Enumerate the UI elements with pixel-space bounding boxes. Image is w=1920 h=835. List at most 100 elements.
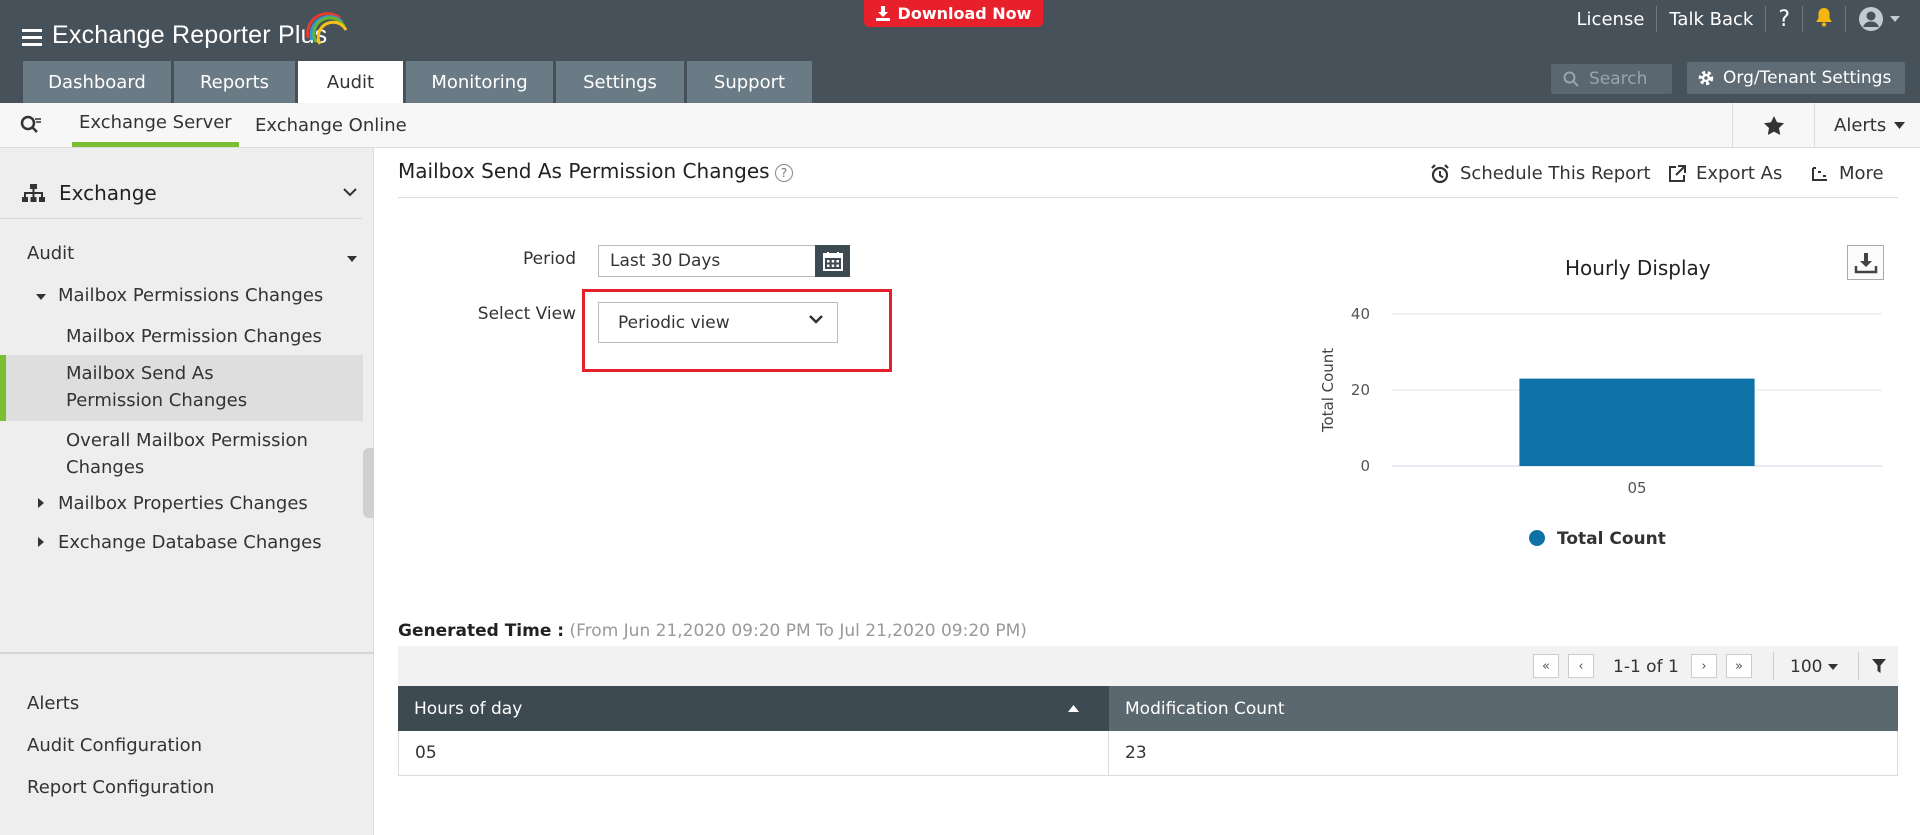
table-row: 05 23: [398, 731, 1898, 776]
brand-logo-text[interactable]: Exchange Reporter Plus: [52, 21, 327, 50]
top-header: Exchange Reporter Plus Download Now Lice…: [0, 0, 1920, 103]
divider: [0, 218, 362, 219]
divider: [398, 197, 1898, 198]
next-page-icon[interactable]: ›: [1691, 654, 1717, 678]
sidebar-section-exchange[interactable]: Exchange: [22, 181, 157, 205]
first-page-icon[interactable]: «: [1533, 654, 1559, 678]
help-link[interactable]: ?: [1766, 7, 1802, 32]
caret-down-icon: [1828, 664, 1839, 670]
divider: [1858, 652, 1859, 680]
pagination-bar: « ‹ 1-1 of 1 › » 100: [398, 646, 1898, 686]
tab-exchange-server[interactable]: Exchange Server: [72, 103, 239, 147]
sidebar: Exchange Audit Mailbox Permissions Chang…: [0, 148, 374, 835]
more-button[interactable]: More: [1811, 163, 1884, 184]
export-as-button[interactable]: Export As: [1668, 163, 1782, 184]
download-icon: [875, 6, 890, 21]
sidebar-collapse-handle[interactable]: [363, 448, 374, 518]
hourly-bar-chart: 0 20 40 Total Count 05 Total Count: [1319, 305, 1882, 549]
period-value: Last 30 Days: [610, 251, 721, 271]
talk-back-link[interactable]: Talk Back: [1657, 9, 1765, 30]
sidebar-item-mailbox-send-as-permission-changes[interactable]: Mailbox Send As Permission Changes: [6, 355, 363, 421]
tab-audit[interactable]: Audit: [298, 61, 403, 103]
license-link[interactable]: License: [1565, 9, 1657, 30]
org-tenant-settings-label: Org/Tenant Settings: [1723, 68, 1892, 88]
tab-exchange-online[interactable]: Exchange Online: [255, 103, 407, 147]
sidebar-item-overall-mailbox-permission-changes[interactable]: Overall Mailbox Permission Changes: [66, 427, 316, 481]
tab-settings[interactable]: Settings: [556, 61, 684, 103]
alarm-clock-icon: [1431, 163, 1449, 183]
alerts-dropdown[interactable]: Alerts: [1834, 103, 1906, 147]
gear-icon: [1698, 70, 1714, 86]
sub-nav: Exchange Server Exchange Online Alerts: [0, 103, 1920, 148]
caret-down-icon[interactable]: [36, 294, 46, 300]
sort-ascending-icon[interactable]: [1068, 705, 1079, 712]
help-icon[interactable]: ?: [775, 164, 793, 182]
search-icon[interactable]: [20, 115, 42, 135]
download-now-label: Download Now: [897, 4, 1032, 23]
column-label: Modification Count: [1125, 698, 1285, 719]
page-info: 1-1 of 1: [1613, 657, 1679, 677]
table-header: Hours of day Modification Count: [398, 686, 1898, 731]
sidebar-section-label: Exchange: [59, 181, 157, 205]
search-placeholder: Search: [1589, 69, 1648, 89]
bar: [1519, 378, 1755, 466]
page-title: Mailbox Send As Permission Changes: [398, 159, 770, 183]
schedule-report-button[interactable]: Schedule This Report: [1430, 163, 1651, 184]
search-icon: [1563, 71, 1579, 87]
alerts-label: Alerts: [1834, 114, 1887, 136]
caret-right-icon[interactable]: [38, 537, 44, 547]
tab-support[interactable]: Support: [687, 61, 812, 103]
schedule-report-label: Schedule This Report: [1460, 163, 1651, 184]
sidebar-group-exchange-database-changes[interactable]: Exchange Database Changes: [58, 529, 322, 556]
export-as-label: Export As: [1696, 163, 1783, 184]
select-view-label: Select View: [477, 304, 576, 324]
caret-down-icon: [1894, 121, 1906, 129]
last-page-icon[interactable]: »: [1726, 654, 1752, 678]
favorites-star-icon[interactable]: [1732, 103, 1815, 147]
sidebar-link-audit-configuration[interactable]: Audit Configuration: [27, 732, 202, 759]
download-now-button[interactable]: Download Now: [864, 0, 1043, 27]
page-size-dropdown[interactable]: 100: [1790, 657, 1839, 677]
sidebar-group-mailbox-properties-changes[interactable]: Mailbox Properties Changes: [58, 490, 308, 517]
chevron-down-icon[interactable]: [343, 188, 357, 197]
select-view-value: Periodic view: [618, 312, 730, 333]
divider: [1773, 652, 1774, 680]
more-label: More: [1839, 163, 1884, 184]
period-input[interactable]: Last 30 Days: [598, 245, 816, 277]
filter-icon[interactable]: [1872, 659, 1886, 673]
caret-right-icon[interactable]: [38, 498, 44, 508]
sidebar-subgroup-mailbox-permissions-changes[interactable]: Mailbox Permissions Changes: [58, 282, 323, 309]
sidebar-item-mailbox-permission-changes[interactable]: Mailbox Permission Changes: [66, 323, 322, 350]
generated-time-range: (From Jun 21,2020 09:20 PM To Jul 21,202…: [569, 621, 1027, 641]
notification-bell-icon[interactable]: [1803, 7, 1845, 32]
tab-reports[interactable]: Reports: [174, 61, 295, 103]
global-search-input[interactable]: Search: [1551, 64, 1672, 94]
active-indicator: [0, 355, 6, 421]
y-tick-label: 20: [1351, 381, 1370, 399]
select-view-dropdown[interactable]: Periodic view: [598, 302, 838, 343]
tab-dashboard[interactable]: Dashboard: [23, 61, 171, 103]
export-icon: [1669, 164, 1686, 182]
brand-logo-arc-icon: [306, 12, 348, 45]
sidebar-group-audit[interactable]: Audit: [27, 240, 74, 267]
caret-down-icon[interactable]: [347, 256, 357, 262]
user-avatar-icon[interactable]: [1846, 6, 1920, 32]
chart-download-icon[interactable]: [1847, 245, 1884, 280]
column-header-modification-count[interactable]: Modification Count: [1109, 686, 1898, 731]
org-tree-icon: [22, 183, 45, 202]
chart-title: Hourly Display: [1565, 256, 1711, 280]
calendar-icon[interactable]: [815, 245, 850, 277]
column-header-hours-of-day[interactable]: Hours of day: [398, 686, 1109, 731]
table-cell: 23: [1125, 743, 1147, 763]
prev-page-icon[interactable]: ‹: [1568, 654, 1594, 678]
sidebar-link-alerts[interactable]: Alerts: [27, 690, 79, 717]
tab-monitoring[interactable]: Monitoring: [406, 61, 553, 103]
y-tick-label: 40: [1351, 305, 1370, 323]
sidebar-link-report-configuration[interactable]: Report Configuration: [27, 774, 214, 801]
sidebar-item-label: Mailbox Send As Permission Changes: [66, 363, 248, 411]
org-tenant-settings-button[interactable]: Org/Tenant Settings: [1687, 62, 1905, 94]
menu-icon[interactable]: [22, 29, 42, 46]
legend-marker: [1529, 530, 1545, 546]
page-size-value: 100: [1790, 657, 1823, 677]
column-label: Hours of day: [414, 698, 523, 719]
